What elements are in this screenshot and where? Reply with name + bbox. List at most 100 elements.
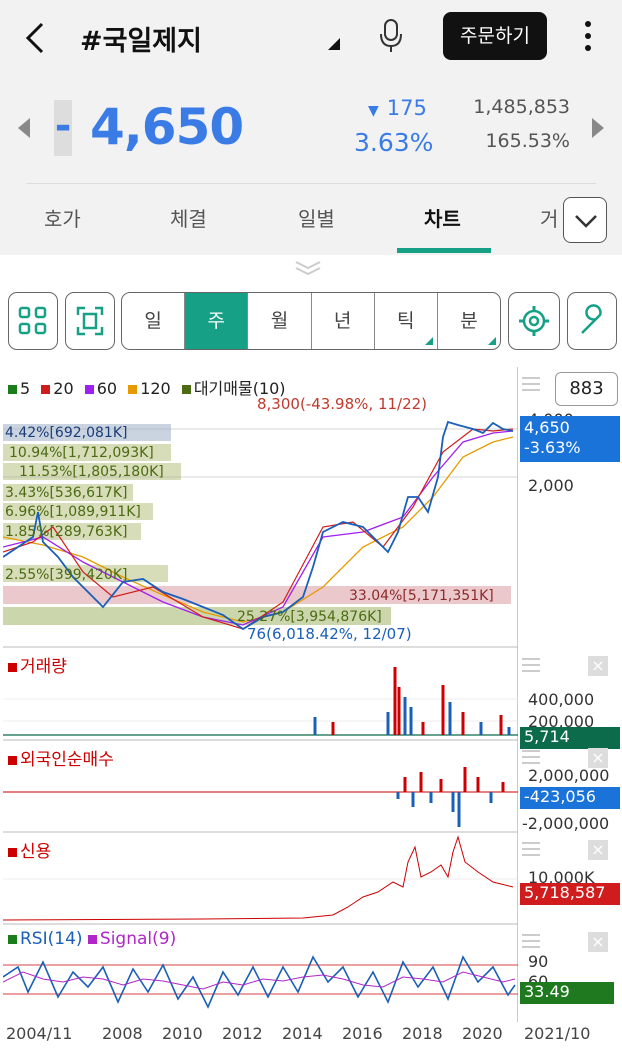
- layout-grid-button[interactable]: [8, 292, 58, 350]
- x-tick: 2018: [402, 1024, 443, 1043]
- volume-value-tag: 5,714: [520, 727, 620, 749]
- more-menu-icon[interactable]: [580, 18, 596, 54]
- corner-indicator: [488, 337, 497, 345]
- tab-more[interactable]: 거: [540, 203, 558, 232]
- axis-label: 2,000,000: [528, 766, 610, 785]
- period-day[interactable]: 일: [122, 293, 186, 349]
- panel-menu-icon[interactable]: [522, 377, 540, 391]
- signal-line: [3, 971, 516, 990]
- legend-swatch: [181, 385, 191, 394]
- fullscreen-icon: [76, 306, 104, 336]
- rsi-title-text: RSI(14): [20, 929, 83, 949]
- tools-button[interactable]: [567, 292, 617, 350]
- supply-label: 25.27%[3,954,876K]: [237, 609, 382, 625]
- credit-title-text: 신용: [20, 842, 52, 862]
- current-price-tag: 4,650 -3.63%: [520, 416, 620, 462]
- x-tick: 2012: [222, 1024, 263, 1043]
- x-tick: 2004/11: [6, 1024, 73, 1043]
- microphone-icon[interactable]: [378, 18, 404, 54]
- tab-hoga[interactable]: 호가: [44, 203, 81, 232]
- period-minute[interactable]: 분: [438, 293, 500, 349]
- volume-percent: 165.53%: [485, 130, 570, 152]
- tab-expand-button[interactable]: [563, 197, 607, 243]
- legend-swatch: [84, 385, 94, 394]
- settings-button[interactable]: [508, 292, 560, 350]
- period-tick-label: 틱: [397, 310, 415, 332]
- volume-title-text: 거래량: [20, 657, 67, 677]
- legend-ma120: 120: [140, 379, 171, 398]
- period-minute-label: 분: [460, 310, 478, 332]
- close-panel-icon[interactable]: ×: [588, 748, 608, 768]
- prev-stock-icon[interactable]: [18, 118, 30, 138]
- volume-panel-title: 거래량: [8, 652, 67, 677]
- credit-line: [3, 835, 514, 921]
- close-panel-icon[interactable]: ×: [588, 656, 608, 676]
- signal-title-text: Signal(9): [99, 929, 177, 949]
- next-stock-icon[interactable]: [592, 118, 604, 138]
- price-sign: -: [54, 100, 72, 156]
- axis-label: 90: [528, 952, 549, 971]
- active-tab-indicator: [397, 248, 491, 253]
- close-panel-icon[interactable]: ×: [588, 932, 608, 952]
- grid-icon: [18, 306, 47, 335]
- tab-daily[interactable]: 일별: [298, 203, 335, 232]
- rsi-line: [3, 955, 516, 1009]
- price-change: ▼ 175: [368, 96, 427, 120]
- corner-indicator: [424, 337, 433, 345]
- supply-label: 11.53%[1,805,180K]: [19, 464, 164, 480]
- supply-label: 2.55%[399,420K]: [5, 567, 127, 583]
- supply-label: 3.43%[536,617K]: [5, 485, 127, 501]
- supply-label: 1.85%[289,763K]: [5, 524, 127, 540]
- dropdown-corner-icon[interactable]: [328, 38, 340, 50]
- period-year[interactable]: 년: [312, 293, 375, 349]
- down-triangle-icon: ▼: [368, 103, 379, 119]
- tab-trades[interactable]: 체결: [170, 203, 207, 232]
- axis-label: 400,000: [528, 690, 595, 709]
- volume: 1,485,853: [473, 96, 570, 118]
- axis-label: 2,000: [528, 476, 574, 495]
- price-low-label: 76(6,018.42%, 12/07): [247, 625, 412, 643]
- foreign-title-text: 외국인순매수: [20, 750, 114, 770]
- gear-icon: [519, 306, 549, 336]
- stock-title[interactable]: #국일제지: [80, 19, 202, 58]
- credit-panel-title: 신용: [8, 837, 51, 862]
- panel-menu-icon[interactable]: [522, 842, 540, 856]
- legend-supply: 대기매물(10): [193, 379, 286, 398]
- header: #국일제지 주문하기: [0, 0, 622, 76]
- chart-canvas: 8,300(-43.98%, 11/22) 76(6,018.42%, 12/0…: [3, 395, 518, 1009]
- legend-swatch: [128, 385, 138, 394]
- foreign-value-tag: -423,056: [520, 787, 620, 809]
- signal-swatch: [87, 935, 97, 944]
- fullscreen-button[interactable]: [65, 292, 115, 350]
- x-tick: 2008: [102, 1024, 143, 1043]
- tab-chart[interactable]: 차트: [424, 203, 461, 232]
- period-tick[interactable]: 틱: [375, 293, 438, 349]
- tag-price: 4,650: [524, 418, 570, 437]
- back-arrow-icon[interactable]: [22, 20, 48, 56]
- rsi-swatch: [8, 935, 17, 944]
- period-month[interactable]: 월: [248, 293, 312, 349]
- x-tick: 2021/10: [524, 1024, 591, 1043]
- current-price: 4,650: [90, 98, 244, 156]
- panel-menu-icon[interactable]: [522, 750, 540, 764]
- quote-area: #국일제지 주문하기 - 4,650 ▼ 175 3.63% 1,485,853 …: [0, 0, 622, 255]
- period-week[interactable]: 주: [185, 293, 249, 349]
- panel-menu-icon[interactable]: [522, 934, 540, 948]
- rsi-value-tag: 33.49: [520, 982, 614, 1004]
- collapse-handle-icon[interactable]: [293, 259, 323, 275]
- close-panel-icon[interactable]: ×: [588, 840, 608, 860]
- x-tick: 2016: [342, 1024, 383, 1043]
- legend-swatch: [8, 385, 17, 394]
- x-tick: 2014: [282, 1024, 323, 1043]
- panel-menu-icon[interactable]: [522, 658, 540, 672]
- x-tick: 2020: [462, 1024, 503, 1043]
- wrench-icon: [581, 304, 602, 334]
- change-value: 175: [386, 96, 427, 120]
- x-tick: 2010: [162, 1024, 203, 1043]
- supply-label: 6.96%[1,089,911K]: [5, 504, 141, 520]
- panel-swatch: [8, 848, 17, 857]
- panel-swatch: [8, 756, 17, 765]
- order-button[interactable]: 주문하기: [443, 12, 547, 60]
- bar-count-input[interactable]: 883: [555, 372, 618, 406]
- legend-swatch: [41, 385, 51, 394]
